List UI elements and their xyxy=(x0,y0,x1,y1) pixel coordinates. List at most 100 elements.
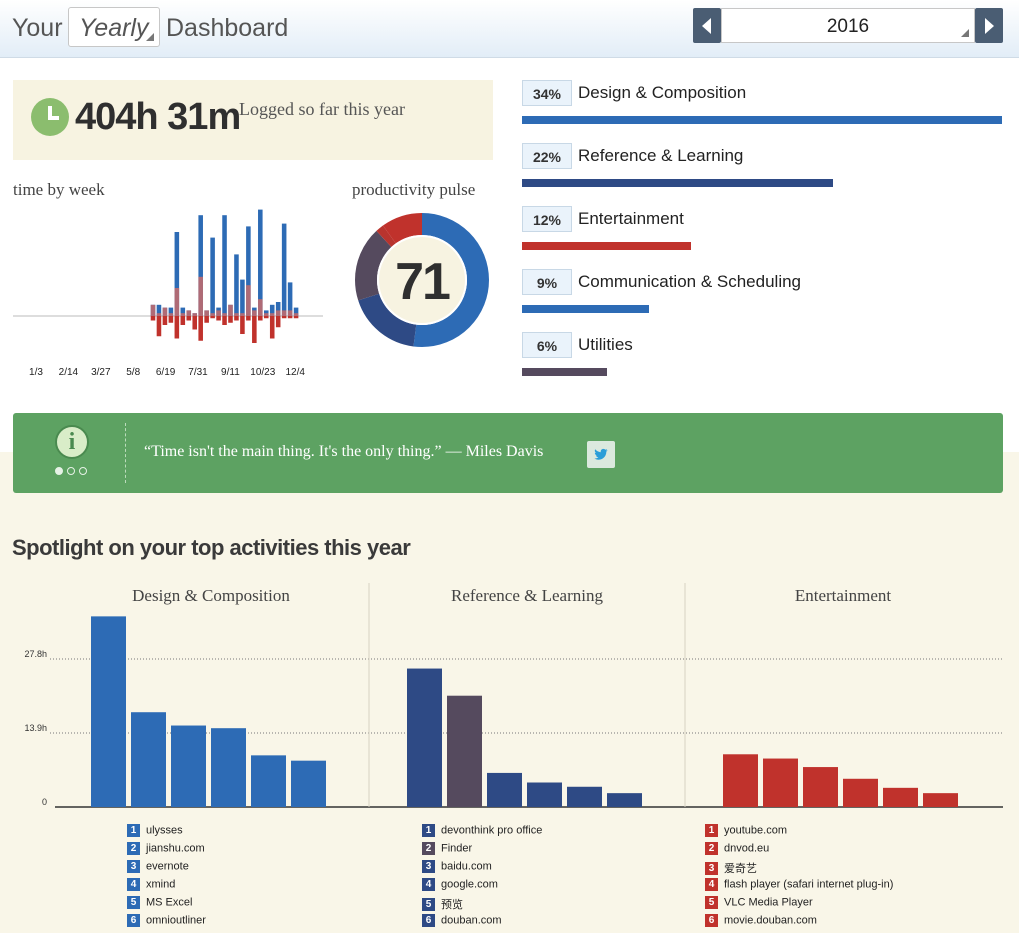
week-bar-neutral[interactable] xyxy=(228,304,233,316)
app-list-item[interactable]: 5 MS Excel xyxy=(127,896,206,914)
week-bar-neutral[interactable] xyxy=(287,310,293,316)
time-by-week-chart[interactable]: 1/3 2/14 3/27 5/8 6/19 7/31 9/11 10/23 12/4 xyxy=(13,195,333,385)
week-bar-distracting[interactable] xyxy=(180,316,186,325)
category-row[interactable]: 12% Entertainment xyxy=(522,206,1012,256)
week-bar-neutral[interactable] xyxy=(275,310,281,316)
activity-bar[interactable] xyxy=(447,695,482,807)
week-bar-distracting[interactable] xyxy=(192,316,198,330)
week-bar-neutral[interactable] xyxy=(186,310,192,316)
week-bar-distracting[interactable] xyxy=(275,316,281,328)
activity-bar[interactable] xyxy=(607,793,642,807)
week-bar-distracting[interactable] xyxy=(156,316,162,337)
week-bar-distracting[interactable] xyxy=(293,316,299,319)
week-bar-neutral[interactable] xyxy=(204,310,209,316)
week-bar-distracting[interactable] xyxy=(287,316,293,319)
activity-bar[interactable] xyxy=(527,782,562,807)
week-bar-neutral[interactable] xyxy=(192,313,198,316)
app-list-item[interactable]: 5 预览 xyxy=(422,896,542,914)
app-list-item[interactable]: 3 baidu.com xyxy=(422,860,542,878)
week-bar-distracting[interactable] xyxy=(228,316,233,323)
app-list-item[interactable]: 2 dnvod.eu xyxy=(705,842,893,860)
activity-bar[interactable] xyxy=(251,755,286,807)
week-bar-distracting[interactable] xyxy=(198,316,203,341)
activity-bar[interactable] xyxy=(763,758,798,807)
week-bar-neutral[interactable] xyxy=(222,313,227,316)
week-bar-productive[interactable] xyxy=(281,223,287,316)
week-bar-distracting[interactable] xyxy=(240,316,245,334)
week-bar-neutral[interactable] xyxy=(168,313,174,316)
activity-bar[interactable] xyxy=(883,787,918,807)
week-bar-distracting[interactable] xyxy=(150,316,156,321)
week-bar-distracting[interactable] xyxy=(210,316,215,319)
activity-bar[interactable] xyxy=(487,772,522,807)
app-list-item[interactable]: 1 ulysses xyxy=(127,824,206,842)
week-bar-neutral[interactable] xyxy=(216,310,221,316)
app-list-item[interactable]: 5 VLC Media Player xyxy=(705,896,893,914)
week-bar-distracting[interactable] xyxy=(263,316,269,319)
category-row[interactable]: 22% Reference & Learning xyxy=(522,143,1012,193)
week-bar-distracting[interactable] xyxy=(234,316,239,321)
week-bar-distracting[interactable] xyxy=(222,316,227,325)
activity-bar[interactable] xyxy=(843,778,878,807)
week-bar-neutral[interactable] xyxy=(180,313,186,316)
app-list-item[interactable]: 4 google.com xyxy=(422,878,542,896)
app-list-item[interactable]: 3 爱奇艺 xyxy=(705,860,893,878)
week-bar-neutral[interactable] xyxy=(240,313,245,316)
app-list-item[interactable]: 6 omnioutliner xyxy=(127,914,206,932)
top-activities-chart[interactable]: 0 13.9h 27.8h Design & Composition Reference… xyxy=(0,575,1019,820)
app-list-item[interactable]: 4 xmind xyxy=(127,878,206,896)
week-bar-neutral[interactable] xyxy=(293,313,299,316)
week-bar-neutral[interactable] xyxy=(252,310,257,316)
week-bar-neutral[interactable] xyxy=(162,307,168,316)
app-list-item[interactable]: 6 douban.com xyxy=(422,914,542,932)
activity-bar[interactable] xyxy=(803,767,838,807)
app-list-item[interactable]: 4 flash player (safari internet plug-in) xyxy=(705,878,893,896)
week-bar-neutral[interactable] xyxy=(210,313,215,316)
category-row[interactable]: 9% Communication & Scheduling xyxy=(522,269,1012,319)
week-bar-productive[interactable] xyxy=(234,254,239,316)
week-bar-distracting[interactable] xyxy=(204,316,209,323)
week-bar-distracting[interactable] xyxy=(174,316,180,339)
week-bar-neutral[interactable] xyxy=(198,276,203,316)
week-bar-distracting[interactable] xyxy=(269,316,275,339)
week-bar-neutral[interactable] xyxy=(234,313,239,316)
app-list-item[interactable]: 3 evernote xyxy=(127,860,206,878)
previous-year-button[interactable] xyxy=(693,8,721,43)
year-select[interactable]: 2016 xyxy=(721,8,975,43)
activity-bar[interactable] xyxy=(567,786,602,807)
category-row[interactable]: 6% Utilities xyxy=(522,332,1012,382)
week-bar-productive[interactable] xyxy=(222,215,227,316)
week-bar-distracting[interactable] xyxy=(168,316,174,323)
activity-bar[interactable] xyxy=(723,754,758,807)
activity-bar[interactable] xyxy=(407,668,442,807)
tweet-button[interactable] xyxy=(587,441,615,468)
activity-bar[interactable] xyxy=(131,712,166,807)
week-bar-neutral[interactable] xyxy=(258,299,263,316)
week-bar-productive[interactable] xyxy=(240,279,245,316)
week-bar-neutral[interactable] xyxy=(246,285,251,316)
week-bar-distracting[interactable] xyxy=(186,316,192,321)
activity-bar[interactable] xyxy=(211,728,246,807)
week-bar-neutral[interactable] xyxy=(156,313,162,316)
week-bar-distracting[interactable] xyxy=(162,316,168,325)
week-bar-distracting[interactable] xyxy=(252,316,257,343)
next-year-button[interactable] xyxy=(975,8,1003,43)
pager-dot[interactable] xyxy=(67,467,75,475)
week-bar-distracting[interactable] xyxy=(258,316,263,321)
pager-dot-active[interactable] xyxy=(55,467,63,475)
week-bar-distracting[interactable] xyxy=(216,316,221,321)
week-bar-neutral[interactable] xyxy=(174,288,180,316)
activity-bar[interactable] xyxy=(91,616,126,807)
productivity-pulse-chart[interactable]: 71 xyxy=(352,210,492,350)
week-bar-distracting[interactable] xyxy=(246,316,251,321)
app-list-item[interactable]: 1 youtube.com xyxy=(705,824,893,842)
period-select[interactable]: Yearly xyxy=(68,7,160,47)
app-list-item[interactable]: 2 Finder xyxy=(422,842,542,860)
activity-bar[interactable] xyxy=(923,793,958,807)
pager-dot[interactable] xyxy=(79,467,87,475)
app-list-item[interactable]: 6 movie.douban.com xyxy=(705,914,893,932)
week-bar-productive[interactable] xyxy=(210,237,215,316)
activity-bar[interactable] xyxy=(171,725,206,807)
app-list-item[interactable]: 2 jianshu.com xyxy=(127,842,206,860)
week-bar-neutral[interactable] xyxy=(263,313,269,316)
